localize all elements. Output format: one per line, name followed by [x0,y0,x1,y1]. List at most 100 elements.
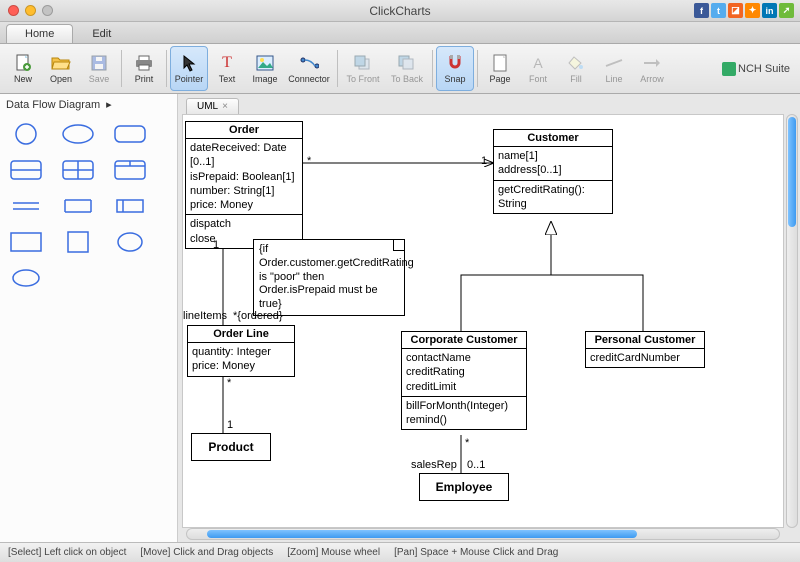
shape-square[interactable] [60,229,96,255]
image-button[interactable]: Image [246,46,284,91]
diagram-canvas[interactable]: Order dateReceived: Date [0..1] isPrepai… [182,114,784,528]
class-employee[interactable]: Employee [419,473,509,501]
shape-palette [6,117,171,295]
nch-suite-link[interactable]: NCH Suite [722,46,796,91]
class-orderline[interactable]: Order Line quantity: Integer price: Mone… [187,325,295,377]
nch-icon [722,62,736,76]
canvas-area: UML × [178,94,800,542]
class-corporate-customer[interactable]: Corporate Customer contactName creditRat… [401,331,527,430]
digg-icon[interactable]: ◪ [728,3,743,18]
titlebar: ClickCharts f t ◪ ✦ in ➚ [0,0,800,22]
tofront-label: To Front [346,74,379,84]
shapes-sidebar: Data Flow Diagram ▸ [0,94,178,542]
mult-order-cust-one: 1 [481,155,487,167]
fill-label: Fill [570,74,582,84]
new-button[interactable]: New [4,46,42,91]
tab-home[interactable]: Home [6,24,73,43]
document-tabs: UML × [178,94,800,114]
mult-prod-one: 1 [227,419,233,431]
share-icon[interactable]: ➚ [779,3,794,18]
class-customer[interactable]: Customer name[1] address[0..1] getCredit… [493,129,613,214]
shape-header[interactable] [112,157,148,183]
sidebar-header[interactable]: Data Flow Diagram ▸ [6,98,171,111]
tab-uml-label: UML [197,101,218,112]
shape-ellipse2[interactable] [112,229,148,255]
toback-label: To Back [391,74,423,84]
image-label: Image [252,74,277,84]
open-label: Open [50,74,72,84]
shape-ellipse[interactable] [60,121,96,147]
text-button[interactable]: T Text [208,46,246,91]
class-orderline-attrs: quantity: Integer price: Money [188,343,294,376]
save-button: Save [80,46,118,91]
class-corpcust-ops: billForMonth(Integer) remind() [402,397,526,430]
shape-ellipse3[interactable] [8,265,44,291]
status-bar: [Select] Left click on object [Move] Cli… [0,542,800,562]
page-icon [490,54,510,72]
vscroll-thumb[interactable] [788,117,796,227]
fill-button: Fill [557,46,595,91]
arrow-icon [642,54,662,72]
shape-openrect[interactable] [60,193,96,219]
connector-label: Connector [288,74,330,84]
text-icon: T [217,54,237,72]
class-corpcust-name: Corporate Customer [402,332,526,349]
image-icon [255,54,275,72]
class-orderline-name: Order Line [188,326,294,343]
open-icon [51,54,71,72]
linkedin-icon[interactable]: in [762,3,777,18]
class-corpcust-attrs: contactName creditRating creditLimit [402,349,526,397]
workspace: Data Flow Diagram ▸ UML × [0,94,800,542]
shape-grid4[interactable] [60,157,96,183]
mult-ordered: *{ordered} [233,310,283,322]
status-select: [Select] Left click on object [8,547,126,558]
class-product[interactable]: Product [191,433,271,461]
print-button[interactable]: Print [125,46,163,91]
new-label: New [14,74,32,84]
class-personal-customer[interactable]: Personal Customer creditCardNumber [585,331,705,368]
font-label: Font [529,74,547,84]
status-pan: [Pan] Space + Mouse Click and Drag [394,547,558,558]
tab-uml[interactable]: UML × [186,98,239,114]
print-icon [134,54,154,72]
pointer-button[interactable]: Pointer [170,46,208,91]
arrow-label: Arrow [640,74,664,84]
social-icons: f t ◪ ✦ in ➚ [694,3,794,18]
role-lineitems: lineItems [183,310,227,322]
font-icon: A [528,54,548,72]
twitter-icon[interactable]: t [711,3,726,18]
shape-siderect[interactable] [112,193,148,219]
menu-tabs: Home Edit [0,22,800,44]
note-fold-icon [393,239,405,251]
shape-lines[interactable] [8,193,44,219]
class-order-name: Order [186,122,302,139]
toback-icon [397,54,417,72]
page-button[interactable]: Page [481,46,519,91]
close-tab-icon[interactable]: × [222,101,228,112]
mult-corp-star: * [465,437,469,449]
open-button[interactable]: Open [42,46,80,91]
horizontal-scrollbar[interactable] [186,528,780,540]
shape-roundrect[interactable] [112,121,148,147]
stumble-icon[interactable]: ✦ [745,3,760,18]
mult-emp: 0..1 [467,459,485,471]
status-zoom: [Zoom] Mouse wheel [287,547,380,558]
tab-edit[interactable]: Edit [73,24,130,43]
shape-halfsplit[interactable] [8,157,44,183]
vertical-scrollbar[interactable] [786,114,798,528]
constraint-note[interactable]: {if Order.customer.getCreditRating is "p… [253,239,405,316]
shape-rect[interactable] [8,229,44,255]
font-button: A Font [519,46,557,91]
shape-circle[interactable] [8,121,44,147]
note-text: {if Order.customer.getCreditRating is "p… [259,243,414,310]
class-perscust-attrs: creditCardNumber [586,349,704,367]
print-label: Print [135,74,154,84]
class-perscust-name: Personal Customer [586,332,704,349]
line-icon [604,54,624,72]
facebook-icon[interactable]: f [694,3,709,18]
hscroll-thumb[interactable] [207,530,637,538]
connector-button[interactable]: Connector [284,46,334,91]
class-customer-ops: getCreditRating(): String [494,181,612,214]
snap-button[interactable]: Snap [436,46,474,91]
class-order[interactable]: Order dateReceived: Date [0..1] isPrepai… [185,121,303,249]
